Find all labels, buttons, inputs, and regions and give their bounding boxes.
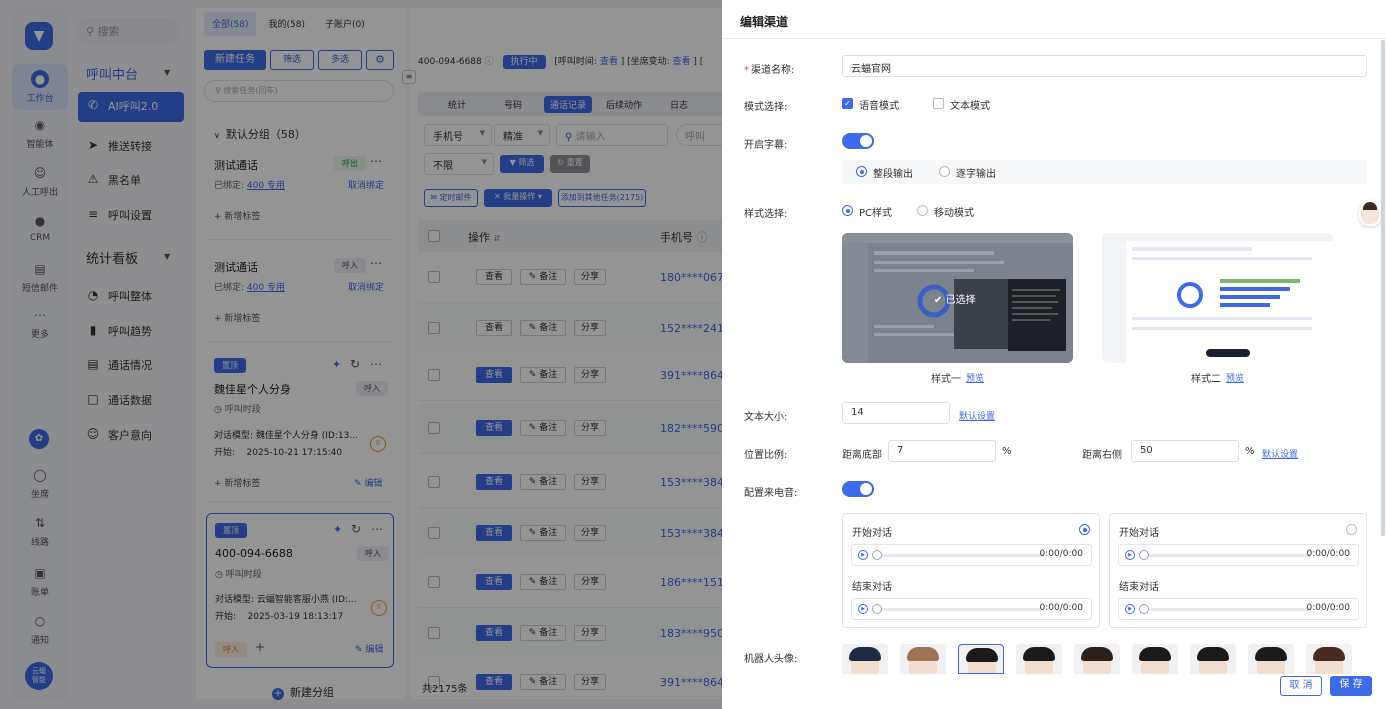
char-output-label: 逐字输出 (956, 169, 996, 180)
ring-option-two-radio[interactable] (1346, 524, 1357, 535)
mobile-style-label: 移动模式 (934, 208, 974, 219)
voice-mode-checkbox[interactable]: ✓ (842, 98, 853, 109)
robot-avatar-option[interactable] (842, 644, 888, 674)
end-talk-label: 结束对话 (852, 582, 892, 593)
progress-knob[interactable] (1139, 550, 1149, 560)
font-size-input[interactable]: 14 (842, 402, 950, 424)
end-audio-player[interactable]: ▶ 0:00/0:00 (851, 598, 1092, 620)
end-audio-player[interactable]: ▶ 0:00/0:00 (1118, 598, 1359, 620)
ring-label: 配置来电音: (744, 488, 798, 499)
ring-option-one[interactable]: 开始对话 ▶ 0:00/0:00 结束对话 ▶ 0:00/0:00 (842, 513, 1100, 628)
progress-track (1141, 554, 1311, 557)
style-two-preview-link[interactable]: 预览 (1226, 371, 1244, 384)
whole-output-label: 整段输出 (873, 169, 913, 180)
char-output-radio[interactable] (939, 166, 950, 177)
audio-time: 0:00/0:00 (1039, 603, 1083, 613)
floating-assistant-avatar[interactable] (1359, 200, 1381, 226)
mode-label: 模式选择: (744, 102, 788, 113)
drawer-scrollbar[interactable] (1381, 40, 1385, 536)
modal-backdrop[interactable] (0, 0, 722, 709)
hair-shape (1363, 202, 1377, 210)
font-size-default-link[interactable]: 默认设置 (959, 409, 995, 422)
mobile-style-radio[interactable] (917, 205, 928, 216)
robot-avatar-option[interactable] (1190, 644, 1236, 674)
robot-avatar-option[interactable] (900, 644, 946, 674)
style-label: 样式选择: (744, 209, 788, 220)
ring-option-one-radio[interactable] (1079, 524, 1090, 535)
audio-time: 0:00/0:00 (1306, 603, 1350, 613)
font-size-label: 文本大小: (744, 412, 788, 423)
robot-avatar-option[interactable] (958, 644, 1004, 674)
subtitle-label: 开启字幕: (744, 140, 788, 151)
percent-unit: % (1002, 446, 1012, 457)
progress-track (1141, 608, 1311, 611)
right-distance-label: 距离右侧 (1082, 450, 1122, 461)
robot-avatar-option[interactable] (1248, 644, 1294, 674)
style-two-thumbnail[interactable] (1102, 233, 1333, 363)
position-default-link[interactable]: 默认设置 (1262, 447, 1298, 460)
progress-track (874, 608, 1044, 611)
voice-mode-label: 语音模式 (859, 101, 899, 112)
channel-name-label: * 渠道名称: (744, 65, 795, 76)
app-root: ▼ ● 工作台 ◉ 智能体 ☺ 人工呼出 ● CRM ▤ 短信邮件 ⋯ 更多 ✿… (0, 0, 1386, 709)
start-audio-player[interactable]: ▶ 0:00/0:00 (851, 544, 1092, 566)
play-icon[interactable]: ▶ (858, 604, 868, 614)
audio-time: 0:00/0:00 (1039, 549, 1083, 559)
robot-avatar-option[interactable] (1306, 644, 1352, 674)
percent-unit: % (1245, 446, 1255, 457)
bottom-distance-label: 距离底部 (842, 450, 882, 461)
right-distance-input[interactable]: 50 (1131, 440, 1239, 462)
ring-toggle[interactable] (842, 481, 874, 497)
start-talk-label: 开始对话 (852, 528, 892, 539)
cancel-button[interactable]: 取 消 (1280, 676, 1322, 696)
style-one-thumbnail[interactable]: ✔ 已选择 (842, 233, 1073, 363)
play-icon[interactable]: ▶ (858, 550, 868, 560)
subtitle-toggle[interactable] (842, 133, 874, 149)
play-icon[interactable]: ▶ (1125, 604, 1135, 614)
bottom-distance-input[interactable]: 7 (888, 440, 996, 462)
start-talk-label: 开始对话 (1119, 528, 1159, 539)
check-circle-icon: ✔ (934, 295, 943, 306)
text-mode-label: 文本模式 (950, 101, 990, 112)
progress-knob[interactable] (872, 550, 882, 560)
style-two-label: 样式二 (1191, 374, 1221, 385)
style-one-label: 样式一 (931, 374, 961, 385)
selected-indicator: ✔ 已选择 (934, 295, 976, 306)
pc-style-label: PC样式 (859, 208, 893, 219)
subtitle-options: 整段输出 逐字输出 (842, 160, 1367, 184)
whole-output-radio[interactable] (856, 166, 867, 177)
drawer-title: 编辑渠道 (740, 15, 789, 29)
style-two-preview-image (1102, 233, 1333, 363)
progress-knob[interactable] (1139, 604, 1149, 614)
save-button[interactable]: 保 存 (1330, 676, 1372, 696)
play-icon[interactable]: ▶ (1125, 550, 1135, 560)
avatar-label: 机器人头像: (744, 654, 798, 665)
channel-name-input[interactable]: 云蝠官网 (842, 55, 1367, 77)
robot-avatar-option[interactable] (1016, 644, 1062, 674)
ring-option-two[interactable]: 开始对话 ▶ 0:00/0:00 结束对话 ▶ 0:00/0:00 (1109, 513, 1367, 628)
robot-avatar-option[interactable] (1074, 644, 1120, 674)
edit-channel-drawer: 编辑渠道 * 渠道名称: 云蝠官网 模式选择: ✓ 语音模式 文本模式 开启字幕:… (722, 0, 1386, 709)
divider (722, 38, 1386, 39)
progress-track (874, 554, 1044, 557)
text-mode-checkbox[interactable] (933, 98, 944, 109)
position-label: 位置比例: (744, 450, 788, 461)
end-talk-label: 结束对话 (1119, 582, 1159, 593)
progress-knob[interactable] (872, 604, 882, 614)
style-one-preview-link[interactable]: 预览 (966, 371, 984, 384)
audio-time: 0:00/0:00 (1306, 549, 1350, 559)
start-audio-player[interactable]: ▶ 0:00/0:00 (1118, 544, 1359, 566)
pc-style-radio[interactable] (842, 205, 853, 216)
robot-avatar-option[interactable] (1132, 644, 1178, 674)
